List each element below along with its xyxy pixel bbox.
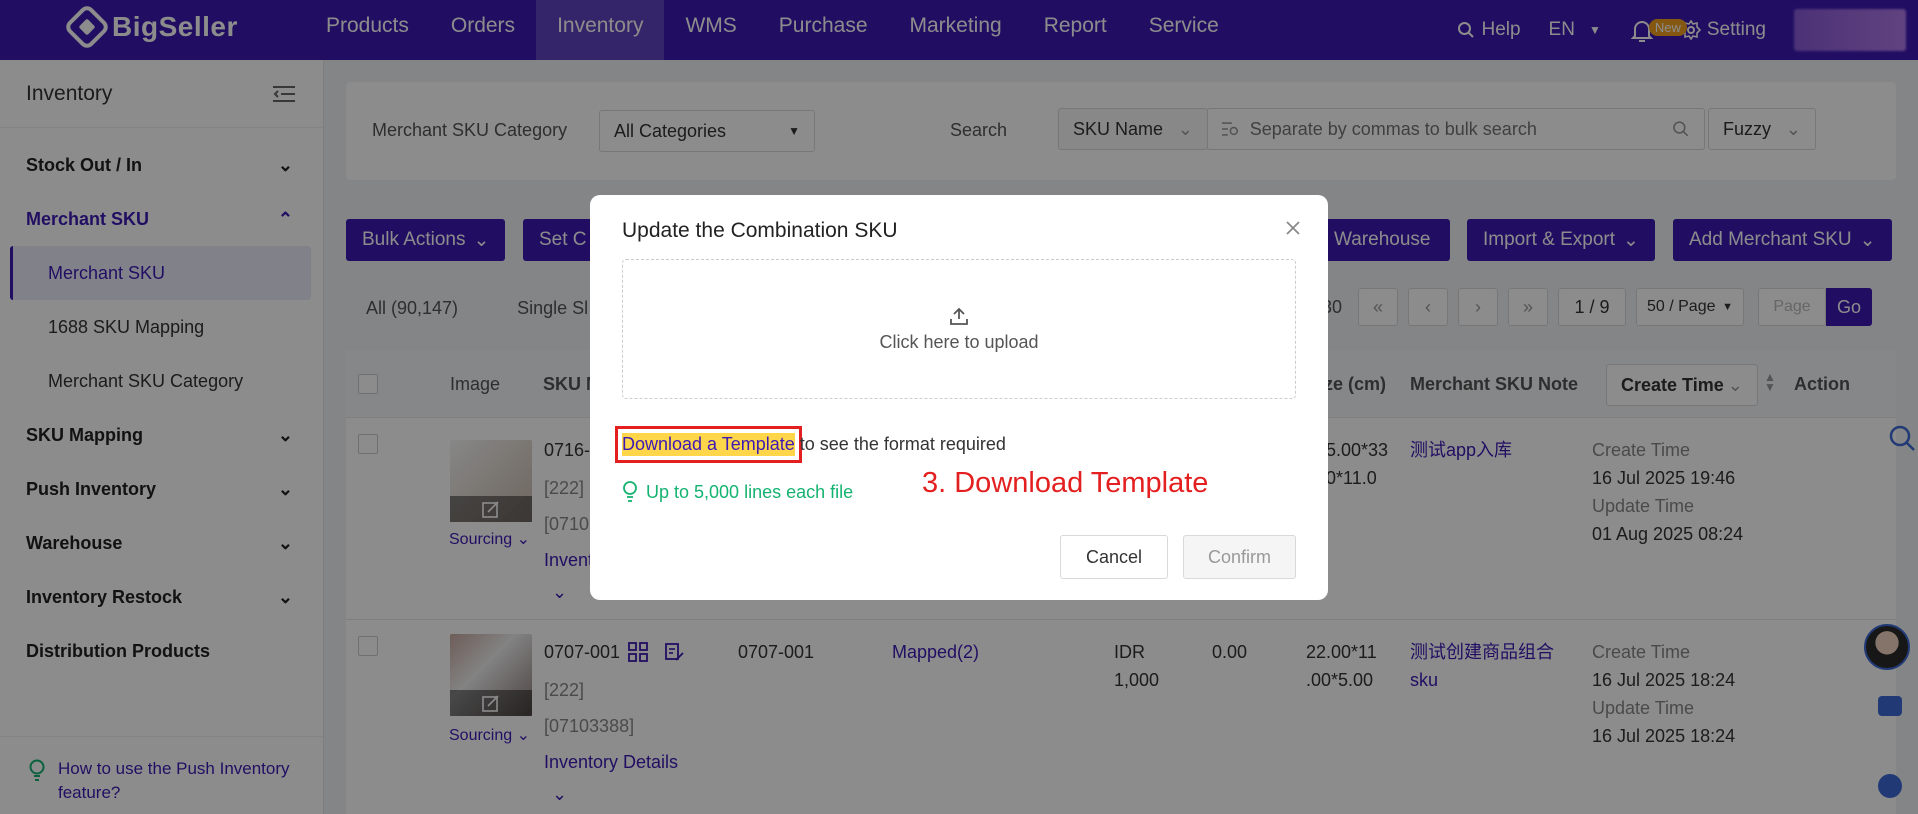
upload-area[interactable]: Click here to upload	[622, 259, 1296, 399]
file-limit-tip: Up to 5,000 lines each file	[622, 481, 853, 503]
update-combination-sku-modal: Update the Combination SKU Click here to…	[590, 195, 1328, 600]
lightbulb-icon	[623, 481, 637, 502]
close-icon[interactable]	[1282, 217, 1304, 239]
download-suffix: to see the format required	[794, 434, 1006, 454]
cancel-button[interactable]: Cancel	[1060, 535, 1168, 579]
download-template-link[interactable]: Download a Template	[615, 426, 802, 463]
download-template-line: Download a Template to see the format re…	[615, 426, 1006, 463]
upload-label: Click here to upload	[879, 331, 1039, 352]
confirm-button[interactable]: Confirm	[1183, 535, 1296, 579]
step-annotation: 3. Download Template	[922, 467, 1209, 499]
upload-icon	[950, 307, 968, 325]
modal-title: Update the Combination SKU	[622, 219, 898, 242]
tip-text: Up to 5,000 lines each file	[646, 481, 854, 502]
